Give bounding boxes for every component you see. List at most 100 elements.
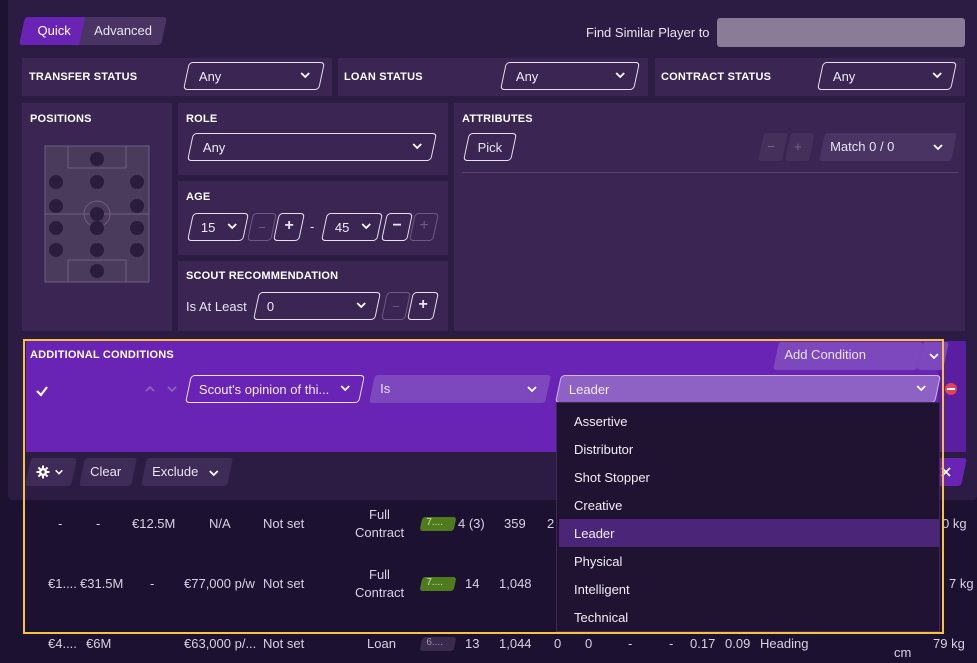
add-condition-button[interactable]: Add Condition	[773, 342, 923, 370]
table-cell: €4....	[48, 636, 77, 651]
age-title: AGE	[186, 191, 211, 203]
scout-recommendation-title: SCOUT RECOMMENDATION	[186, 270, 339, 282]
additional-conditions-title: ADDITIONAL CONDITIONS	[30, 349, 174, 361]
exclude-button[interactable]: Exclude	[141, 458, 233, 486]
table-cell: Contract	[355, 585, 405, 600]
age-min-select[interactable]: 15	[187, 213, 249, 241]
table-cell: €63,000 p/...	[184, 636, 257, 651]
settings-button[interactable]	[25, 458, 77, 486]
table-cell: Heading	[760, 636, 809, 651]
table-cell: 359	[504, 516, 526, 531]
scout-value-select[interactable]: 0	[253, 292, 381, 320]
tab-quick[interactable]: Quick	[19, 17, 89, 45]
table-cell: Not set	[263, 576, 305, 591]
chevron-down-icon	[916, 385, 926, 392]
find-similar-label: Find Similar Player to	[586, 25, 710, 40]
chevron-down-icon	[361, 223, 371, 230]
chevron-down-icon	[340, 385, 350, 392]
chevron-down-icon	[412, 143, 422, 150]
table-cell: €31.5M	[80, 576, 124, 591]
chevron-down-icon	[932, 72, 942, 79]
dropdown-option-shot-stopper[interactable]: Shot Stopper	[559, 463, 939, 491]
table-cell: 0 kg	[942, 516, 967, 531]
table-cell: -	[150, 576, 155, 591]
transfer-status-title: TRANSFER STATUS	[29, 71, 138, 83]
table-cell: 0.17	[690, 636, 716, 651]
table-cell: €1....	[48, 576, 77, 591]
pitch-diagram	[44, 145, 150, 283]
table-cell: 1,044	[499, 636, 532, 651]
chevron-down-icon[interactable]	[166, 383, 178, 395]
table-cell: cm	[894, 645, 912, 660]
chevron-down-icon	[300, 72, 310, 79]
table-cell: Loan	[367, 636, 396, 651]
dropdown-option-assertive[interactable]: Assertive	[559, 407, 939, 435]
chevron-up-icon[interactable]	[144, 383, 156, 395]
table-cell: 79 kg	[933, 636, 965, 651]
chevron-down-icon	[55, 469, 63, 475]
chevron-down-icon	[615, 72, 625, 79]
table-cell: 4 (3)	[458, 516, 485, 531]
attributes-match-select[interactable]: Match 0 / 0	[819, 133, 957, 161]
dropdown-option-creative[interactable]: Creative	[559, 491, 939, 519]
gear-icon	[36, 465, 50, 479]
loan-status-select[interactable]: Any	[500, 62, 640, 90]
table-cell: N/A	[209, 516, 231, 531]
table-cell: Contract	[355, 525, 405, 540]
chevron-down-icon	[227, 223, 237, 230]
condition-value-select[interactable]: Leader	[555, 375, 941, 403]
transfer-status-select[interactable]: Any	[183, 62, 325, 90]
age-max-select[interactable]: 45	[321, 213, 383, 241]
role-select[interactable]: Any	[187, 133, 437, 161]
dropdown-option-leader[interactable]: Leader	[559, 519, 939, 547]
age-separator: -	[310, 219, 315, 234]
table-cell: €77,000 p/w	[184, 576, 255, 591]
chevron-down-icon	[929, 353, 939, 360]
table-cell: 1,048	[499, 576, 532, 591]
status-badge: 7....	[419, 517, 457, 531]
status-badge: 6....	[419, 637, 457, 651]
table-cell: 2	[547, 516, 555, 531]
contract-status-title: CONTRACT STATUS	[661, 71, 772, 83]
table-cell: €6M	[86, 636, 112, 651]
chevron-down-icon	[209, 470, 219, 477]
condition-value-dropdown-list: Assertive Distributor Shot Stopper Creat…	[556, 402, 940, 632]
positions-title: POSITIONS	[30, 113, 92, 125]
role-title: ROLE	[186, 113, 218, 125]
scout-is-at-least-label: Is At Least	[186, 299, 247, 314]
table-cell: Full	[369, 567, 390, 582]
condition-field-select[interactable]: Scout's opinion of thi...	[185, 375, 365, 403]
loan-status-title: LOAN STATUS	[344, 71, 423, 83]
table-cell: €12.5M	[132, 516, 176, 531]
table-cell: -	[58, 516, 63, 531]
remove-condition-minus	[947, 388, 955, 390]
dropdown-option-distributor[interactable]: Distributor	[559, 435, 939, 463]
positions-pitch[interactable]	[44, 145, 150, 283]
chevron-down-icon	[527, 386, 537, 393]
checkmark-icon[interactable]	[35, 384, 49, 398]
table-cell: 13	[465, 636, 480, 651]
status-badge: 7....	[419, 577, 457, 591]
table-cell: -	[96, 516, 101, 531]
attributes-pick-button[interactable]: Pick	[463, 133, 517, 161]
table-cell: Not set	[263, 636, 305, 651]
table-cell: 7 kg	[949, 576, 974, 591]
dropdown-option-intelligent[interactable]: Intelligent	[559, 575, 939, 603]
close-icon	[941, 467, 951, 477]
table-cell: 0	[554, 636, 562, 651]
table-cell: -	[628, 636, 633, 651]
remove-condition-icon[interactable]	[945, 383, 957, 395]
table-cell: Full	[369, 507, 390, 522]
table-cell: 0	[585, 636, 593, 651]
tab-advanced[interactable]: Advanced	[79, 17, 167, 45]
clear-button[interactable]: Clear	[79, 458, 137, 486]
table-cell: 14	[465, 576, 480, 591]
chevron-down-icon	[933, 144, 943, 151]
find-similar-input[interactable]	[717, 18, 965, 47]
condition-operator-select[interactable]: Is	[369, 375, 551, 403]
dropdown-option-technical[interactable]: Technical	[559, 603, 939, 631]
chevron-down-icon	[356, 302, 366, 309]
table-cell: Not set	[263, 516, 305, 531]
dropdown-option-physical[interactable]: Physical	[559, 547, 939, 575]
contract-status-select[interactable]: Any	[817, 62, 957, 90]
